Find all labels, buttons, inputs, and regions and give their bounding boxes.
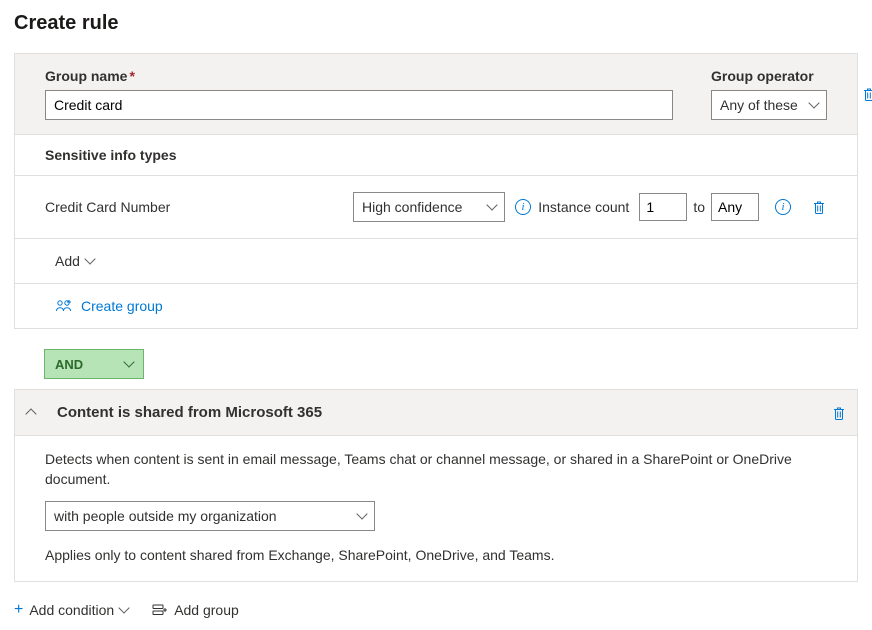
chevron-up-icon bbox=[25, 408, 36, 419]
group-operator-select[interactable]: Any of these bbox=[711, 90, 827, 120]
add-sit-button[interactable]: Add bbox=[15, 238, 857, 283]
share-scope-select[interactable]: with people outside my organization bbox=[45, 501, 375, 531]
footer-actions: + Add condition Add group bbox=[14, 602, 858, 618]
sit-name: Credit Card Number bbox=[45, 199, 353, 215]
plus-icon: + bbox=[14, 602, 23, 618]
chevron-down-icon bbox=[123, 356, 134, 367]
add-condition-button[interactable]: + Add condition bbox=[14, 602, 128, 618]
condition-title: Content is shared from Microsoft 365 bbox=[57, 404, 322, 421]
delete-condition-button[interactable] bbox=[831, 405, 847, 421]
create-group-button[interactable]: Create group bbox=[15, 283, 857, 328]
add-condition-label: Add condition bbox=[29, 602, 114, 618]
chevron-down-icon bbox=[356, 509, 367, 520]
condition-note: Applies only to content shared from Exch… bbox=[45, 547, 827, 563]
delete-sit-button[interactable] bbox=[811, 199, 827, 215]
info-icon[interactable]: i bbox=[515, 199, 531, 215]
create-group-icon bbox=[55, 298, 73, 314]
instance-count-label: Instance count bbox=[538, 199, 629, 215]
chevron-down-icon bbox=[119, 603, 130, 614]
create-group-label: Create group bbox=[81, 298, 163, 314]
chevron-down-icon bbox=[808, 97, 819, 108]
sensitive-types-header: Sensitive info types bbox=[15, 134, 857, 175]
instance-to: to bbox=[693, 199, 705, 215]
group-name-label: Group name* bbox=[45, 68, 673, 84]
group-header: Group name* Group operator Any of these bbox=[15, 54, 857, 134]
trash-icon bbox=[811, 199, 827, 215]
condition-header: Content is shared from Microsoft 365 bbox=[15, 390, 857, 436]
group-name-input[interactable] bbox=[45, 90, 673, 120]
trash-icon bbox=[861, 86, 872, 102]
chevron-down-icon bbox=[486, 199, 497, 210]
group-operator-label: Group operator bbox=[711, 68, 827, 84]
group-panel: Group name* Group operator Any of these … bbox=[14, 53, 858, 329]
instance-count-block: Instance count to i bbox=[538, 193, 827, 221]
instance-max-input[interactable] bbox=[711, 193, 759, 221]
add-group-label: Add group bbox=[174, 602, 239, 618]
group-name-label-text: Group name bbox=[45, 68, 127, 84]
instance-min-input[interactable] bbox=[639, 193, 687, 221]
logic-operator-value: AND bbox=[55, 357, 83, 372]
sensitive-type-row: Credit Card Number High confidence i Ins… bbox=[15, 175, 857, 238]
condition-panel: Content is shared from Microsoft 365 Det… bbox=[14, 389, 858, 582]
add-group-icon bbox=[152, 603, 168, 617]
trash-icon bbox=[831, 405, 847, 421]
delete-group-button[interactable] bbox=[857, 82, 872, 106]
condition-description: Detects when content is sent in email me… bbox=[45, 450, 827, 489]
logic-operator-select[interactable]: AND bbox=[44, 349, 144, 379]
confidence-value: High confidence bbox=[362, 199, 462, 215]
required-star: * bbox=[129, 68, 134, 84]
confidence-select[interactable]: High confidence bbox=[353, 192, 505, 222]
page-title: Create rule bbox=[14, 12, 858, 35]
condition-body: Detects when content is sent in email me… bbox=[15, 436, 857, 581]
info-icon[interactable]: i bbox=[775, 199, 791, 215]
add-group-button[interactable]: Add group bbox=[152, 602, 239, 618]
add-label: Add bbox=[55, 253, 80, 269]
share-scope-value: with people outside my organization bbox=[54, 508, 277, 524]
chevron-down-icon bbox=[84, 253, 95, 264]
group-operator-value: Any of these bbox=[720, 97, 798, 113]
collapse-toggle[interactable] bbox=[27, 405, 35, 421]
